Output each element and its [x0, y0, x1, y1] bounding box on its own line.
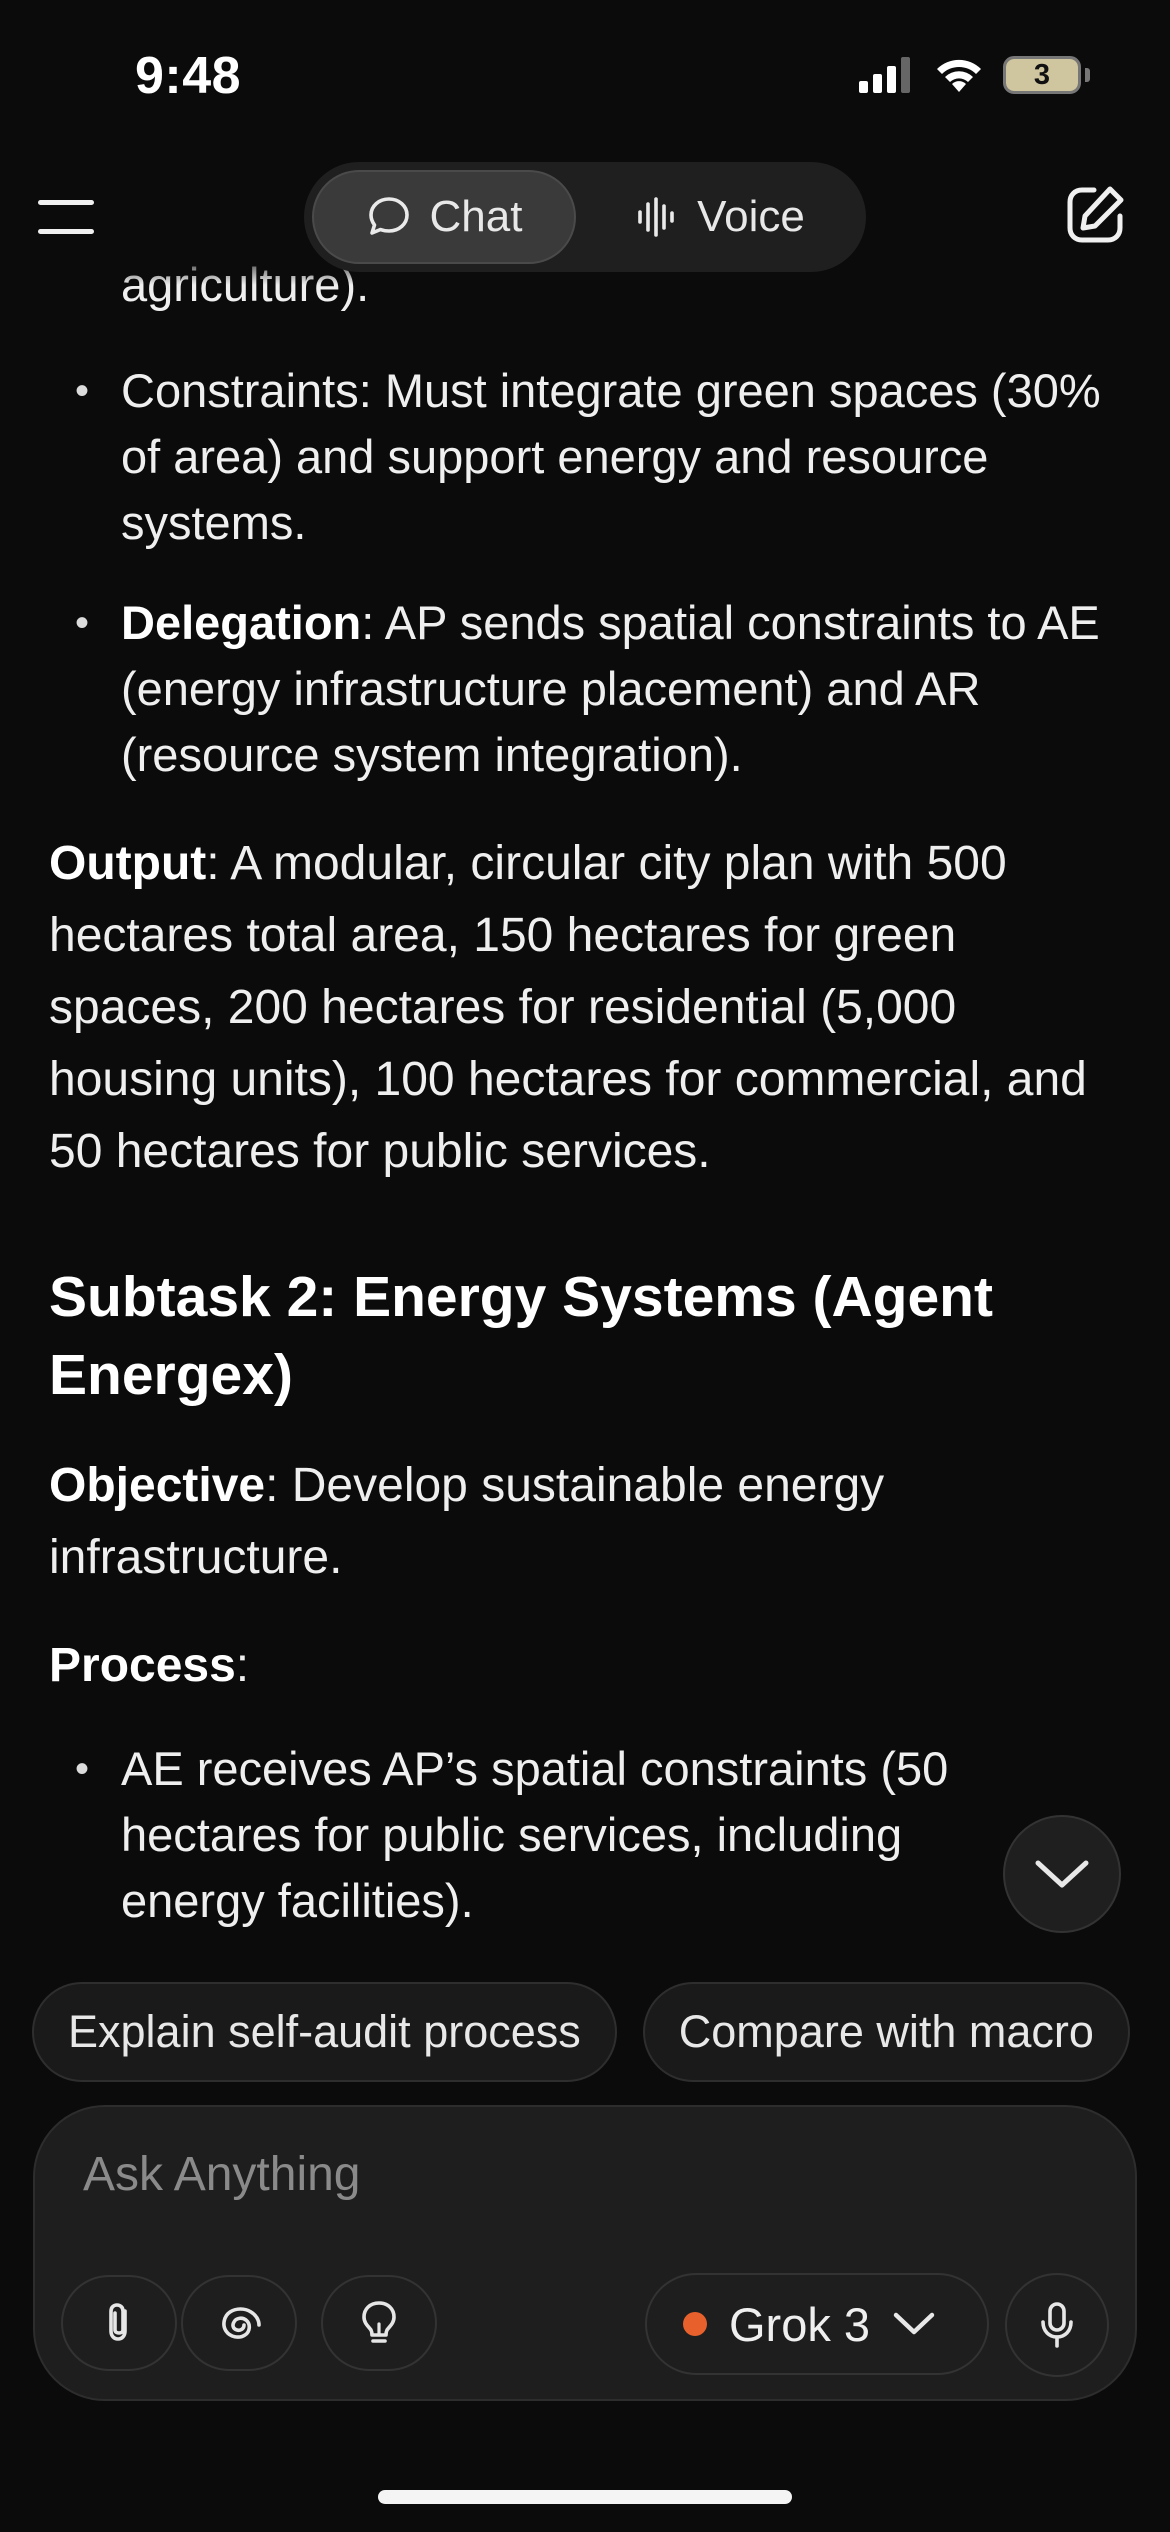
- model-label: Grok 3: [729, 2297, 871, 2351]
- suggestion-chip[interactable]: Explain self-audit process: [32, 1982, 617, 2082]
- composer: Ask Anything Grok 3: [33, 2105, 1137, 2401]
- mode-switch: Chat Voice: [304, 162, 866, 272]
- list-item: Delegation: AP sends spatial constraints…: [75, 590, 1121, 788]
- home-indicator: [378, 2490, 792, 2504]
- new-chat-button[interactable]: [1060, 180, 1130, 250]
- menu-button[interactable]: [38, 192, 98, 242]
- deep-search-button[interactable]: [181, 2275, 297, 2371]
- objective-label: Objective: [49, 1459, 266, 1512]
- wifi-icon: [937, 59, 981, 92]
- spiral-icon: [222, 2307, 261, 2339]
- tab-chat-label: Chat: [429, 192, 523, 241]
- output-paragraph: Output: A modular, circular city plan wi…: [49, 828, 1129, 1188]
- battery-level: 3: [1006, 59, 1078, 91]
- tab-voice-label: Voice: [697, 192, 805, 241]
- cellular-signal-icon: [859, 57, 910, 93]
- tab-voice[interactable]: Voice: [582, 170, 858, 264]
- process-paragraph: Process:: [49, 1630, 1129, 1702]
- process-label: Process: [49, 1639, 236, 1692]
- status-time: 9:48: [135, 47, 242, 105]
- paperclip-icon: [109, 2303, 127, 2341]
- tab-chat[interactable]: Chat: [312, 170, 576, 264]
- bottom-area: Explain self-audit process Compare with …: [0, 1960, 1170, 2532]
- model-status-dot: [683, 2312, 707, 2336]
- scroll-down-button[interactable]: [1003, 1815, 1121, 1933]
- menu-icon-line: [38, 229, 94, 234]
- subtask-heading: Subtask 2: Energy Systems (Agent Energex…: [49, 1265, 993, 1407]
- lightbulb-icon: [362, 2301, 396, 2343]
- think-button[interactable]: [321, 2275, 437, 2371]
- objective-paragraph: Objective: Develop sustainable energy in…: [49, 1450, 1129, 1594]
- microphone-icon: [1041, 2302, 1073, 2348]
- top-header: Chat Voice: [0, 150, 1170, 285]
- menu-icon-line: [38, 200, 94, 205]
- process-text: :: [235, 1639, 250, 1692]
- status-bar: 9:48 3: [0, 0, 1170, 150]
- suggestion-chip[interactable]: Compare with macro: [642, 1982, 1130, 2082]
- microphone-button[interactable]: [1005, 2273, 1109, 2377]
- chevron-down-icon: [1035, 1860, 1089, 1888]
- suggestion-chips: Explain self-audit process Compare with …: [32, 1982, 1130, 2082]
- chevron-down-icon: [893, 2312, 935, 2335]
- ask-input[interactable]: Ask Anything: [83, 2147, 983, 2202]
- list-item-text: AE receives AP’s spatial constraints (50…: [121, 1742, 949, 1927]
- model-selector[interactable]: Grok 3: [645, 2273, 989, 2375]
- list-item: AE receives AP’s spatial constraints (50…: [75, 1736, 1021, 1934]
- status-icons: 3: [859, 56, 1090, 94]
- list-item-text: Constraints: Must integrate green spaces…: [121, 364, 1101, 549]
- list-item-bold: Delegation: [121, 596, 362, 649]
- output-label: Output: [49, 837, 207, 890]
- waveform-icon: [638, 197, 674, 237]
- attach-button[interactable]: [61, 2275, 177, 2371]
- battery-icon: 3: [1003, 56, 1081, 94]
- battery-tip: [1085, 68, 1090, 82]
- list-item: Constraints: Must integrate green spaces…: [75, 358, 1121, 556]
- chat-bubble-icon: [368, 197, 409, 235]
